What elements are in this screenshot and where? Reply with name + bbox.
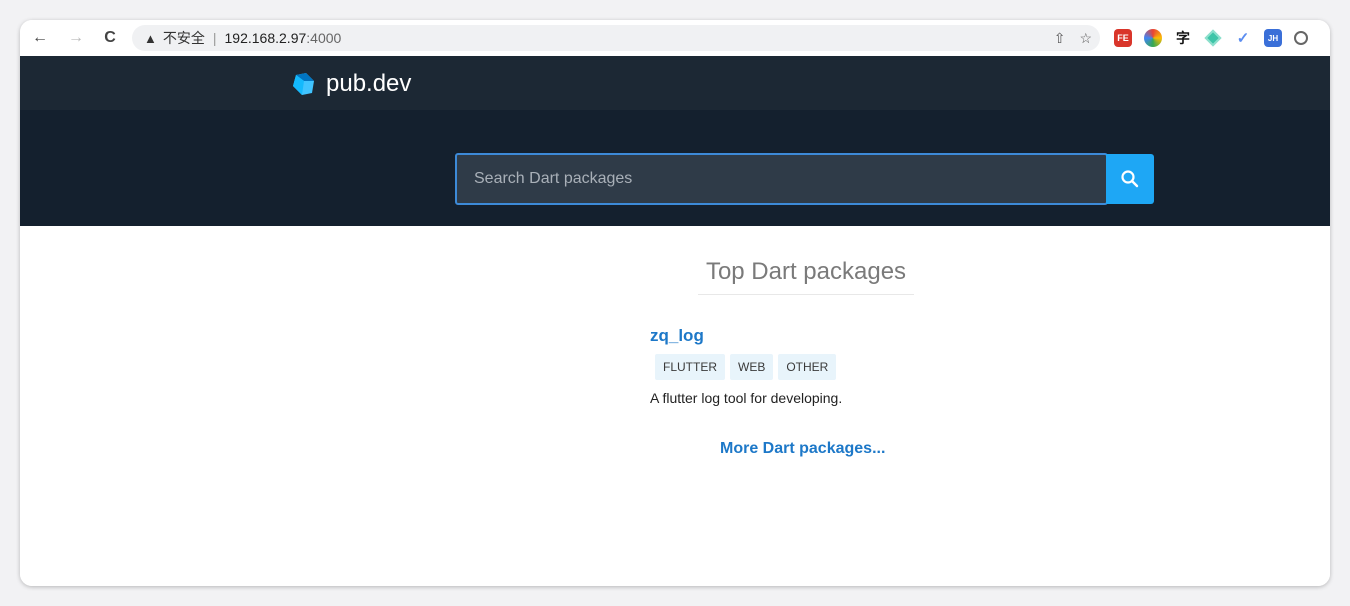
site-header: pub.dev — [20, 56, 1330, 110]
insecure-label[interactable]: 不安全 — [163, 28, 205, 48]
main-content: Top Dart packages zq_log FLUTTER WEB OTH… — [20, 226, 1330, 586]
search-band — [20, 110, 1330, 226]
search-icon — [1121, 170, 1139, 188]
extension-icon[interactable] — [1294, 31, 1308, 45]
tag-flutter[interactable]: FLUTTER — [655, 354, 725, 380]
bookmark-star-icon[interactable]: ☆ — [1079, 30, 1092, 47]
reload-icon[interactable]: C — [98, 26, 122, 50]
warning-icon: ▲ — [144, 30, 157, 46]
browser-window: ← → C ▲ 不安全 | 192.168.2.97:4000 ⇧ ☆ FE 字… — [20, 20, 1330, 586]
color-picker-extension-icon[interactable] — [1144, 29, 1162, 47]
extensions-bar: FE 字 ✓ JH — [1114, 26, 1308, 50]
zi-extension-icon[interactable]: 字 — [1174, 29, 1192, 47]
more-packages-link[interactable]: More Dart packages... — [720, 440, 885, 458]
fe-helper-extension-icon[interactable]: FE — [1114, 29, 1132, 47]
site-logo[interactable]: pub.dev — [290, 70, 411, 98]
address-separator: | — [212, 30, 217, 46]
jh-extension-icon[interactable]: JH — [1264, 29, 1282, 47]
address-bar[interactable]: ▲ 不安全 | 192.168.2.97:4000 ⇧ ☆ — [132, 25, 1100, 51]
dart-logo-icon — [293, 73, 314, 95]
share-icon[interactable]: ⇧ — [1054, 30, 1066, 47]
diamond-extension-icon[interactable] — [1204, 29, 1222, 47]
package-name-link[interactable]: zq_log — [650, 326, 704, 346]
tag-web[interactable]: WEB — [730, 354, 774, 380]
forward-icon[interactable]: → — [64, 26, 88, 50]
logo-text: pub.dev — [326, 70, 412, 97]
tag-other[interactable]: OTHER — [778, 354, 837, 380]
url-port: :4000 — [306, 30, 342, 46]
search-input[interactable] — [455, 153, 1108, 205]
package-tags: FLUTTER WEB OTHER — [655, 354, 837, 380]
address-actions: ⇧ ☆ — [1054, 25, 1092, 51]
back-icon[interactable]: ← — [28, 26, 52, 50]
section-title: Top Dart packages — [698, 258, 914, 295]
package-description: A flutter log tool for developing. — [650, 390, 843, 406]
check-extension-icon[interactable]: ✓ — [1234, 29, 1252, 47]
browser-toolbar: ← → C ▲ 不安全 | 192.168.2.97:4000 ⇧ ☆ FE 字… — [20, 20, 1330, 56]
search-button[interactable] — [1106, 154, 1154, 204]
url-host: 192.168.2.97 — [224, 30, 307, 46]
